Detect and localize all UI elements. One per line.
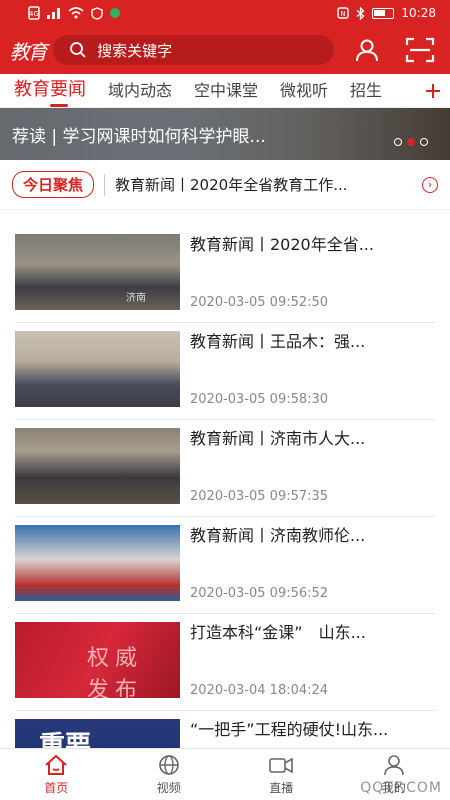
news-list: 济南 教育新闻丨2020年全省... 2020-03-05 09:52:50 教…	[0, 226, 450, 748]
bluetooth-icon	[356, 6, 365, 20]
news-title: 教育新闻丨王品木：强...	[190, 332, 366, 351]
thumbnail-caption: 权威 发布	[87, 646, 144, 698]
app-screen: 4G N 10:28 教育 搜索关键字 教育要闻 域内动态 空中课堂 微视听 招…	[0, 0, 450, 800]
news-time: 2020-03-05 09:52:50	[190, 295, 329, 310]
carousel-dots	[394, 138, 428, 146]
video-globe-icon	[158, 754, 179, 775]
news-title: 教育新闻丨济南教师伦...	[190, 526, 366, 545]
search-icon	[70, 42, 86, 58]
status-left: 4G	[28, 6, 120, 20]
nav-video-label: 视频	[156, 780, 181, 795]
news-thumbnail: 权威 发布	[15, 622, 180, 698]
today-focus-headline[interactable]: 教育新闻丨2020年全省教育工作...	[115, 174, 414, 195]
nav-home-label: 首页	[44, 780, 69, 795]
news-item[interactable]: 教育新闻丨王品木：强... 2020-03-05 09:58:30	[15, 323, 435, 420]
sim-icon: 4G	[28, 6, 40, 20]
tab-education-news[interactable]: 教育要闻	[14, 75, 86, 107]
nav-live-label: 直播	[269, 780, 294, 795]
divider	[104, 173, 106, 196]
add-tab-button[interactable]	[416, 74, 450, 107]
chevron-right-icon[interactable]: ›	[422, 176, 438, 193]
news-item[interactable]: 济南 教育新闻丨2020年全省... 2020-03-05 09:52:50	[15, 226, 435, 323]
news-title: 教育新闻丨2020年全省...	[190, 235, 374, 254]
carousel-dot	[394, 138, 402, 146]
search-bar[interactable]: 搜索关键字	[53, 35, 334, 65]
today-focus-tag: 今日聚焦	[12, 171, 95, 198]
search-placeholder: 搜索关键字	[97, 41, 173, 60]
news-thumbnail	[15, 331, 180, 407]
news-item[interactable]: 教育新闻丨济南教师伦... 2020-03-05 09:56:52	[15, 517, 435, 614]
status-right: N 10:28	[337, 6, 436, 20]
news-time: 2020-03-05 09:56:52	[190, 586, 329, 601]
carousel-dot	[420, 138, 428, 146]
svg-text:N: N	[341, 10, 346, 18]
news-time: 2020-03-04 18:04:24	[190, 683, 329, 698]
tab-air-classroom[interactable]: 空中课堂	[194, 77, 258, 107]
today-focus-bar[interactable]: 今日聚焦 教育新闻丨2020年全省教育工作... ›	[0, 160, 450, 210]
nav-video[interactable]: 视频	[113, 749, 226, 800]
carousel-dot-active	[407, 138, 415, 146]
status-bar: 4G N 10:28	[0, 0, 450, 26]
banner-carousel[interactable]: 荐读 | 学习网课时如何科学护眼...	[0, 108, 450, 160]
battery-icon	[372, 7, 395, 19]
nav-home[interactable]: 首页	[0, 749, 113, 800]
news-title: “一把手”工程的硬仗!山东...	[190, 720, 389, 739]
news-item[interactable]: 教育新闻丨济南市人大... 2020-03-05 09:57:35	[15, 420, 435, 517]
scan-button[interactable]	[401, 30, 440, 70]
shield-icon	[91, 6, 103, 20]
news-thumbnail: 重要	[15, 719, 180, 748]
nav-live[interactable]: 直播	[225, 749, 338, 800]
thumbnail-caption: 济南	[126, 293, 146, 304]
profile-button[interactable]	[348, 30, 387, 70]
news-time: 2020-03-05 09:58:30	[190, 392, 329, 407]
tab-enrollment[interactable]: 招生	[350, 77, 382, 107]
bottom-nav: 首页 视频 直播 我的 QQTF.COM	[0, 748, 450, 800]
status-time: 10:28	[401, 6, 436, 20]
news-thumbnail: 济南	[15, 234, 180, 310]
banner-caption: 荐读 | 学习网课时如何科学护眼...	[0, 108, 450, 160]
app-logo[interactable]: 教育	[8, 32, 48, 68]
plus-icon	[426, 83, 440, 98]
watermark: QQTF.COM	[360, 780, 442, 796]
home-icon	[45, 754, 67, 775]
news-item[interactable]: 重要 “一把手”工程的硬仗!山东...	[15, 711, 435, 748]
tab-regional-news[interactable]: 域内动态	[108, 77, 172, 107]
live-camera-icon	[269, 757, 294, 773]
signal-icon	[47, 8, 60, 19]
app-header: 教育 搜索关键字	[0, 26, 450, 74]
news-time: 2020-03-05 09:57:35	[190, 489, 329, 504]
user-icon	[383, 754, 404, 775]
user-icon	[356, 39, 379, 62]
thumbnail-caption: 重要	[39, 731, 92, 748]
scan-icon	[406, 37, 435, 63]
app-status-icon	[110, 8, 120, 18]
svg-text:4G: 4G	[29, 10, 39, 18]
news-item[interactable]: 权威 发布 打造本科“金课” 山东... 2020-03-04 18:04:24	[15, 614, 435, 711]
tab-micro-video[interactable]: 微视听	[280, 77, 328, 107]
wifi-icon	[68, 7, 84, 19]
top-bar: 4G N 10:28 教育 搜索关键字	[0, 0, 450, 74]
news-title: 打造本科“金课” 山东...	[190, 623, 366, 642]
category-tabs: 教育要闻 域内动态 空中课堂 微视听 招生	[0, 74, 450, 108]
news-thumbnail	[15, 525, 180, 601]
news-thumbnail	[15, 428, 180, 504]
news-title: 教育新闻丨济南市人大...	[190, 429, 366, 448]
nfc-icon: N	[337, 7, 350, 19]
